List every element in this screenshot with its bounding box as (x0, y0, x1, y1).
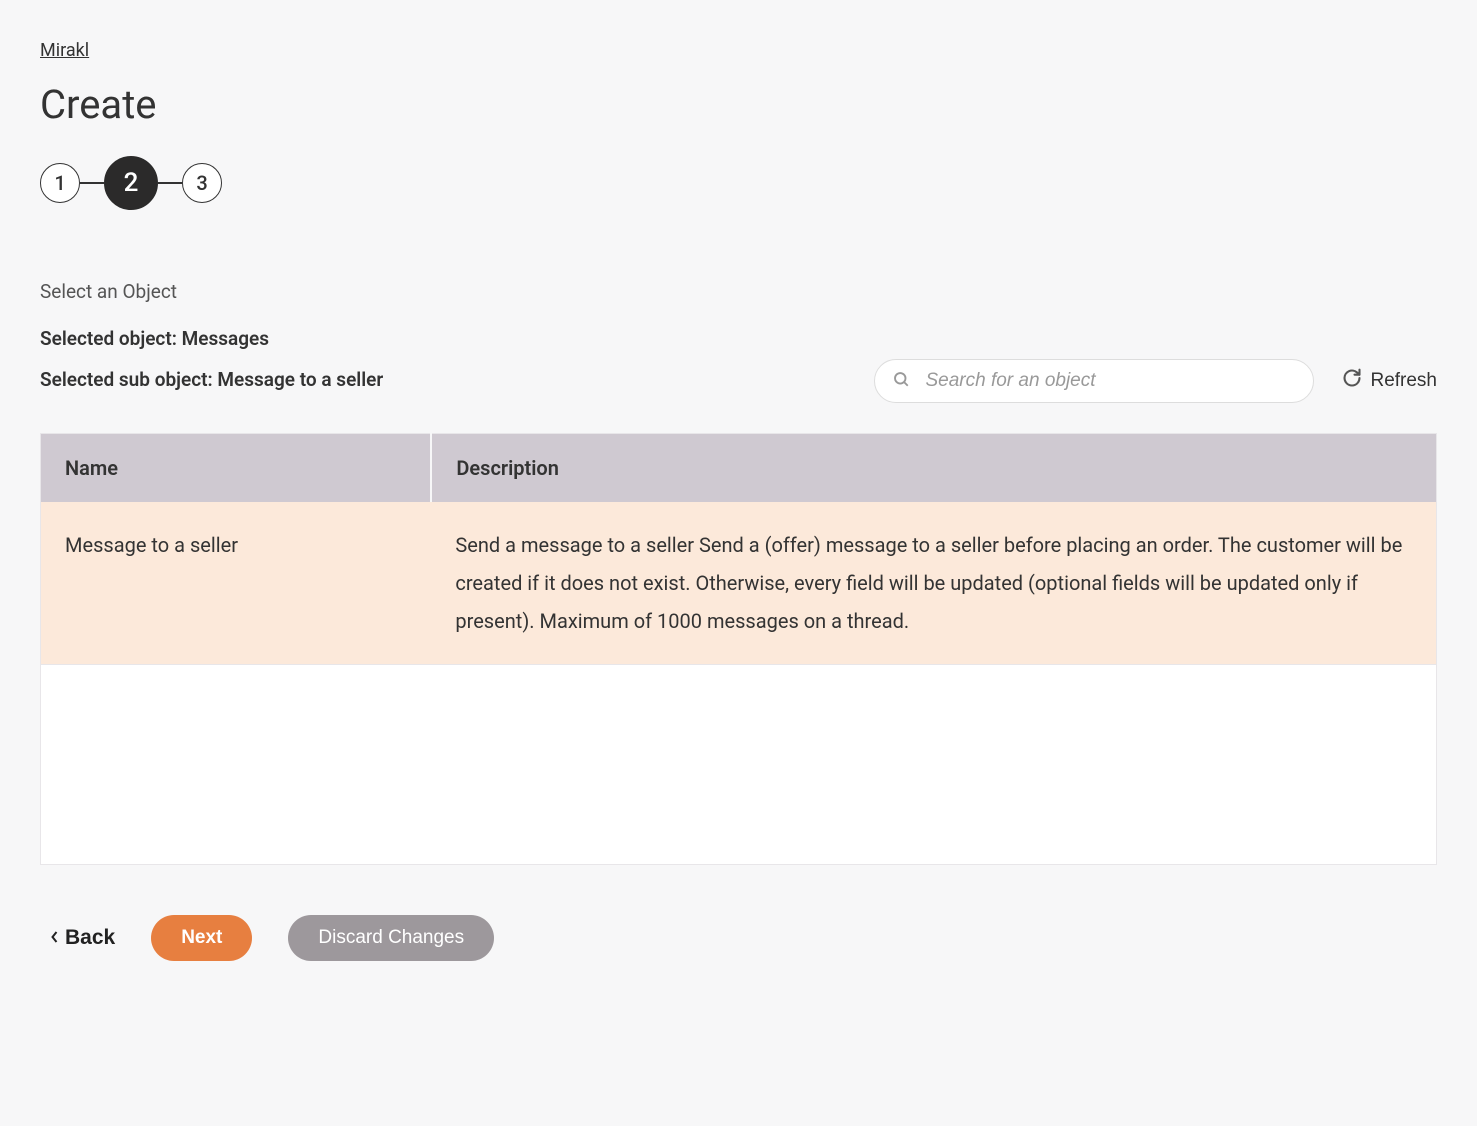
table-cell-name: Message to a seller (41, 502, 432, 665)
step-1[interactable]: 1 (40, 163, 80, 203)
discard-changes-button[interactable]: Discard Changes (288, 915, 494, 961)
table-header-description: Description (431, 434, 1436, 503)
breadcrumb-link-mirakl[interactable]: Mirakl (40, 40, 89, 61)
back-button[interactable]: Back (50, 926, 115, 950)
select-object-label: Select an Object (40, 280, 1437, 303)
step-connector (158, 182, 182, 184)
table-empty-space (40, 665, 1437, 865)
search-wrapper (874, 359, 1314, 403)
stepper: 1 2 3 (40, 156, 1437, 210)
table-row[interactable]: Message to a seller Send a message to a … (41, 502, 1437, 665)
table-header-name: Name (41, 434, 432, 503)
page-title: Create (40, 81, 1437, 128)
footer-buttons: Back Next Discard Changes (40, 915, 1437, 961)
chevron-left-icon (50, 926, 59, 950)
search-input[interactable] (874, 359, 1314, 403)
object-table: Name Description Message to a seller Sen… (40, 433, 1437, 665)
next-button[interactable]: Next (151, 915, 252, 961)
back-label: Back (65, 926, 115, 950)
step-connector (80, 182, 104, 184)
refresh-icon (1342, 368, 1362, 394)
search-icon (892, 370, 910, 392)
refresh-button[interactable]: Refresh (1342, 368, 1437, 394)
step-2[interactable]: 2 (104, 156, 158, 210)
step-3[interactable]: 3 (182, 163, 222, 203)
table-cell-description: Send a message to a seller Send a (offer… (431, 502, 1436, 665)
breadcrumb: Mirakl (40, 40, 1437, 61)
refresh-label: Refresh (1370, 370, 1437, 392)
selected-object: Selected object: Messages (40, 327, 1437, 350)
